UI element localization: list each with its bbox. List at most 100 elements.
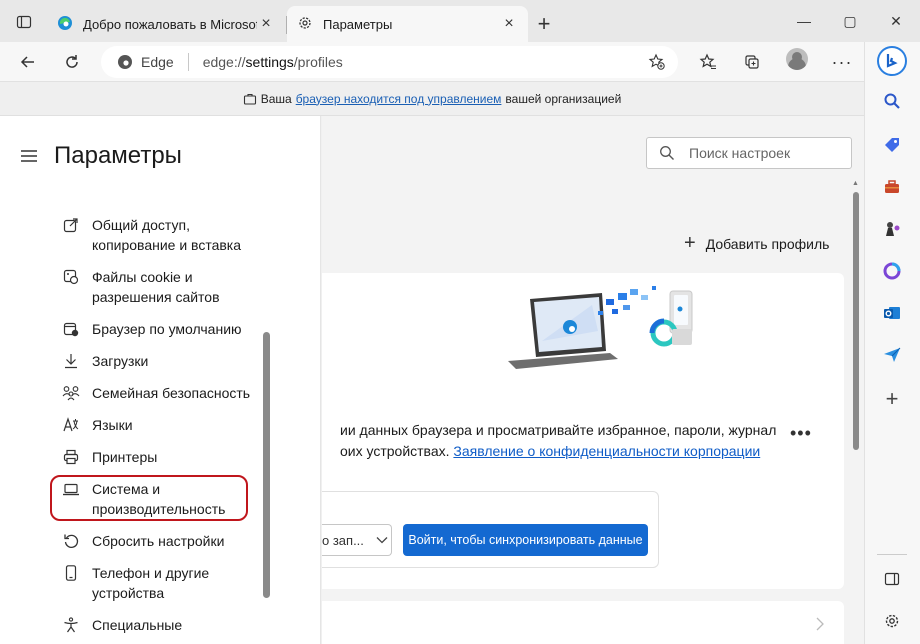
search-icon[interactable] bbox=[879, 88, 905, 114]
favorites-button[interactable] bbox=[692, 46, 724, 78]
family-icon bbox=[62, 383, 80, 403]
hide-sidebar-icon[interactable] bbox=[879, 566, 905, 592]
sidebar-item-label: Общий доступ, bbox=[92, 217, 190, 233]
edge-logo-icon bbox=[118, 55, 132, 69]
download-icon bbox=[62, 351, 80, 371]
shopping-tag-icon[interactable] bbox=[879, 132, 905, 158]
managed-link[interactable]: браузер находится под управлением bbox=[296, 92, 502, 106]
sidebar-item-label: Семейная безопасность bbox=[92, 385, 251, 401]
page-title: Параметры bbox=[54, 142, 182, 169]
sidebar-item-default-browser[interactable]: Браузер по умолчанию bbox=[62, 319, 282, 339]
more-options-button[interactable]: ··· bbox=[826, 46, 858, 78]
search-input[interactable]: Поиск настроек bbox=[646, 137, 852, 169]
profile-avatar[interactable] bbox=[786, 48, 808, 70]
maximize-button[interactable]: ▢ bbox=[828, 8, 872, 34]
tab-title: Параметры bbox=[323, 16, 393, 32]
games-icon[interactable] bbox=[879, 216, 905, 242]
tab-strip: Добро пожаловать в Microsoft Edge × Пара… bbox=[0, 0, 920, 42]
refresh-button[interactable] bbox=[56, 46, 88, 78]
add-profile-label: Добавить профиль bbox=[705, 235, 830, 252]
sidebar-item-label: Принтеры bbox=[92, 449, 158, 465]
sidebar-item-label: Языки bbox=[92, 417, 133, 433]
menu-icon[interactable] bbox=[20, 149, 38, 163]
minimize-button[interactable]: — bbox=[782, 8, 826, 34]
sidebar-item-share-copy-paste[interactable]: Общий доступ, копирование и вставка bbox=[62, 215, 282, 255]
sidebar-settings-icon[interactable] bbox=[879, 608, 905, 634]
sign-in-sync-button[interactable]: Войти, чтобы синхронизировать данные bbox=[403, 524, 648, 556]
url-text: edge://settings/profiles bbox=[202, 54, 343, 70]
sidebar-item-label: разрешения сайтов bbox=[92, 289, 220, 305]
managed-prefix: Ваша bbox=[260, 91, 292, 106]
default-browser-icon bbox=[62, 319, 80, 339]
cookie-icon bbox=[62, 267, 80, 287]
sidebar-item-downloads[interactable]: Загрузки bbox=[62, 351, 282, 371]
nav-scrollbar[interactable] bbox=[263, 332, 270, 598]
send-icon[interactable] bbox=[879, 342, 905, 368]
sidebar-item-reset[interactable]: Сбросить настройки bbox=[62, 531, 282, 551]
divider bbox=[877, 554, 907, 555]
edge-logo-icon bbox=[57, 15, 73, 34]
tab-settings[interactable]: Параметры × bbox=[287, 6, 528, 42]
add-profile-button[interactable]: + Добавить профиль bbox=[684, 232, 829, 255]
microsoft365-icon[interactable] bbox=[879, 258, 905, 284]
tools-icon[interactable] bbox=[879, 174, 905, 200]
sidebar-item-label: Браузер по умолчанию bbox=[92, 321, 242, 337]
printer-icon bbox=[62, 447, 80, 467]
address-bar[interactable]: Edge edge://settings/profiles bbox=[101, 46, 678, 78]
add-sidebar-app-icon[interactable]: + bbox=[879, 386, 905, 412]
bing-icon[interactable] bbox=[877, 46, 907, 76]
close-tab-icon[interactable]: × bbox=[500, 15, 518, 33]
main-scrollbar[interactable] bbox=[853, 192, 859, 450]
collections-button[interactable] bbox=[736, 46, 768, 78]
chevron-down-icon bbox=[376, 537, 388, 544]
sync-box: о зап... Войти, чтобы синхронизировать д… bbox=[322, 491, 659, 568]
scroll-up-arrow[interactable]: ▲ bbox=[852, 180, 859, 187]
navigation-toolbar: Edge edge://settings/profiles ··· bbox=[0, 42, 864, 82]
sidebar-item-accessibility[interactable]: Специальные bbox=[62, 615, 282, 635]
phone-icon bbox=[62, 563, 80, 583]
highlight-outline bbox=[50, 475, 248, 521]
accessibility-icon bbox=[62, 615, 80, 635]
edge-sidebar: + bbox=[864, 42, 920, 644]
managed-suffix: вашей организацией bbox=[505, 91, 622, 106]
site-label: Edge bbox=[141, 54, 174, 70]
sidebar-item-label: Специальные bbox=[92, 617, 183, 633]
tab-title: Добро пожаловать в Microsoft Edge bbox=[83, 16, 257, 32]
more-options-button[interactable]: ••• bbox=[790, 423, 812, 444]
sidebar-item-printers[interactable]: Принтеры bbox=[62, 447, 282, 467]
next-setting-card[interactable] bbox=[322, 601, 844, 644]
sidebar-item-phone-devices[interactable]: Телефон и другие устройства bbox=[62, 563, 282, 603]
site-identity[interactable]: Edge bbox=[117, 54, 174, 70]
outlook-icon[interactable] bbox=[879, 300, 905, 326]
briefcase-icon bbox=[243, 93, 256, 105]
close-tab-icon[interactable]: × bbox=[257, 15, 275, 33]
sync-description: ии данных браузера и просматривайте избр… bbox=[340, 422, 777, 459]
settings-main: Поиск настроек + Добавить профиль ии дан… bbox=[322, 116, 864, 644]
reset-icon bbox=[62, 531, 80, 551]
language-icon bbox=[62, 415, 80, 435]
search-placeholder: Поиск настроек bbox=[689, 145, 791, 161]
sidebar-item-languages[interactable]: Языки bbox=[62, 415, 282, 435]
sidebar-item-label: копирование и вставка bbox=[92, 237, 242, 253]
sidebar-item-label: устройства bbox=[92, 585, 165, 601]
sidebar-item-cookies[interactable]: Файлы cookie и разрешения сайтов bbox=[62, 267, 282, 307]
back-button[interactable] bbox=[12, 46, 44, 78]
new-tab-button[interactable]: + bbox=[528, 8, 560, 40]
sync-dropdown[interactable]: о зап... bbox=[322, 524, 392, 556]
sidebar-item-label: Загрузки bbox=[92, 353, 149, 369]
tab-welcome[interactable]: Добро пожаловать в Microsoft Edge × bbox=[47, 6, 285, 42]
search-icon bbox=[660, 146, 674, 160]
sidebar-item-label: Файлы cookie и bbox=[92, 269, 193, 285]
tab-actions-icon[interactable] bbox=[8, 6, 40, 38]
dropdown-value: о зап... bbox=[322, 532, 364, 548]
add-favorite-icon[interactable] bbox=[648, 53, 666, 74]
sync-devices-illustration bbox=[508, 286, 693, 369]
divider bbox=[187, 53, 189, 71]
share-icon bbox=[62, 215, 80, 235]
close-window-button[interactable]: ✕ bbox=[874, 8, 918, 34]
managed-banner: Ваша браузер находится под управлением в… bbox=[0, 82, 864, 116]
privacy-statement-link[interactable]: Заявление о конфиденциальности корпораци… bbox=[453, 443, 760, 459]
settings-header: Параметры bbox=[20, 142, 182, 170]
sidebar-item-label: Телефон и другие bbox=[92, 565, 210, 581]
sidebar-item-family-safety[interactable]: Семейная безопасность bbox=[62, 383, 282, 403]
